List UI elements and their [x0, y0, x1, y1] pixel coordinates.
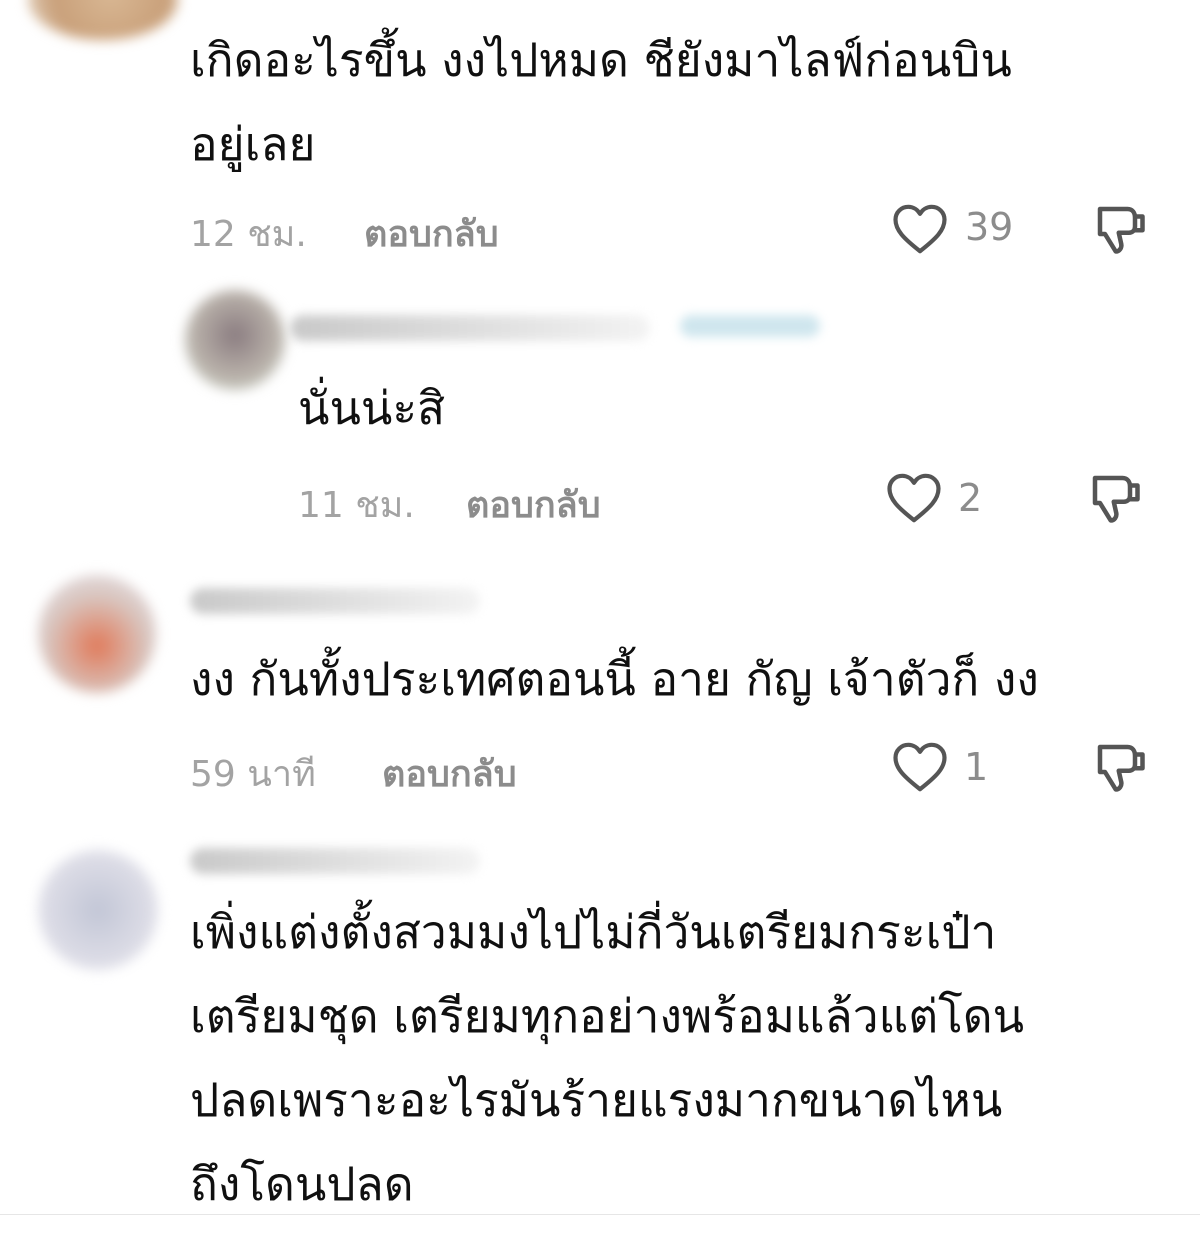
reply-comment: นั่นน่ะสิ 11 ชม. ตอบกลับ 2 — [0, 270, 1200, 540]
avatar[interactable] — [185, 290, 285, 390]
comment-text: นั่นน่ะสิ — [298, 381, 446, 435]
thumbs-down-icon[interactable] — [1090, 198, 1150, 260]
divider — [0, 1214, 1200, 1215]
reply-button[interactable]: ตอบกลับ — [466, 476, 601, 533]
username-blurred — [190, 588, 480, 614]
avatar[interactable] — [28, 0, 178, 40]
avatar[interactable] — [38, 575, 156, 693]
reply-button[interactable]: ตอบกลับ — [382, 745, 517, 802]
username-tag-blurred — [680, 315, 820, 337]
like-count: 2 — [958, 476, 983, 520]
comment-text: เพิ่งแต่งตั้งสวมมงไปไม่กี่วันเตรียมกระเป… — [190, 905, 1025, 1211]
comment: เกิดอะไรขึ้น งงไปหมด ชียังมาไลฟ์ก่อนบิน … — [0, 0, 1200, 270]
comment-time: 59 นาที — [190, 754, 316, 795]
username-blurred — [190, 848, 480, 874]
comment-time: 11 ชม. — [298, 485, 415, 526]
like-count: 39 — [965, 205, 1014, 249]
comment-text: เกิดอะไรขึ้น งงไปหมด ชียังมาไลฟ์ก่อนบิน … — [190, 33, 1012, 171]
avatar[interactable] — [38, 850, 158, 970]
username-blurred — [290, 315, 650, 341]
comment: งง กันทั้งประเทศตอนนี้ อาย กัญ เจ้าตัวก็… — [0, 555, 1200, 815]
thumbs-down-icon[interactable] — [1090, 736, 1150, 798]
heart-outline-icon[interactable] — [892, 203, 948, 255]
comment-time: 12 ชม. — [190, 214, 307, 255]
like-count: 1 — [964, 745, 989, 789]
reply-button[interactable]: ตอบกลับ — [364, 205, 499, 262]
comment-text: งง กันทั้งประเทศตอนนี้ อาย กัญ เจ้าตัวก็… — [190, 652, 1039, 706]
heart-outline-icon[interactable] — [892, 741, 948, 793]
heart-outline-icon[interactable] — [886, 472, 942, 524]
comment: เพิ่งแต่งตั้งสวมมงไปไม่กี่วันเตรียมกระเป… — [0, 820, 1200, 1214]
thumbs-down-icon[interactable] — [1085, 467, 1145, 529]
